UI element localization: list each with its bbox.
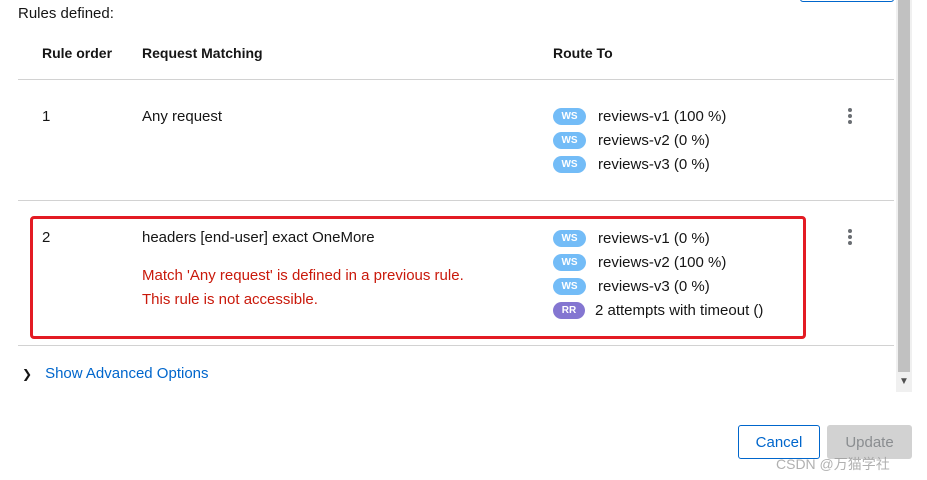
route-list: WS reviews-v1 (0 %) WS reviews-v2 (100 %… xyxy=(553,226,763,322)
rule-order: 1 xyxy=(42,108,51,125)
kebab-menu-icon[interactable] xyxy=(844,227,856,247)
workload-badge: WS xyxy=(553,253,586,271)
workload-badge: WS xyxy=(553,131,586,149)
chevron-right-icon: ❯ xyxy=(22,366,33,381)
route-text: reviews-v2 (0 %) xyxy=(598,131,710,149)
col-request-matching: Request Matching xyxy=(142,45,263,61)
route-text: reviews-v2 (100 %) xyxy=(598,253,727,271)
workload-badge: WS xyxy=(553,277,586,295)
rule-matching: headers [end-user] exact OneMore xyxy=(142,229,375,246)
advanced-options-toggle[interactable]: ❯ Show Advanced Options xyxy=(22,365,209,382)
workload-badge: WS xyxy=(553,107,586,125)
route-item: WS reviews-v2 (100 %) xyxy=(553,250,763,274)
route-item: WS reviews-v3 (0 %) xyxy=(553,274,763,298)
table-row: 2 headers [end-user] exact OneMore Match… xyxy=(18,201,894,346)
top-button-edge[interactable] xyxy=(800,0,894,2)
table-row: 1 Any request WS reviews-v1 (100 %) WS r… xyxy=(18,80,894,201)
rule-order: 2 xyxy=(42,229,51,246)
route-list: WS reviews-v1 (100 %) WS reviews-v2 (0 %… xyxy=(553,104,726,176)
rules-heading: Rules defined: xyxy=(18,5,114,22)
route-item: WS reviews-v2 (0 %) xyxy=(553,128,726,152)
route-item: WS reviews-v3 (0 %) xyxy=(553,152,726,176)
col-rule-order: Rule order xyxy=(42,45,113,61)
route-text: reviews-v1 (0 %) xyxy=(598,229,710,247)
warning-line: Match 'Any request' is defined in a prev… xyxy=(142,267,464,284)
route-item: RR 2 attempts with timeout () xyxy=(553,298,763,322)
update-button[interactable]: Update xyxy=(827,425,912,459)
route-item: WS reviews-v1 (100 %) xyxy=(553,104,726,128)
route-item: WS reviews-v1 (0 %) xyxy=(553,226,763,250)
advanced-options-label: Show Advanced Options xyxy=(45,365,209,382)
route-text: 2 attempts with timeout () xyxy=(595,301,764,319)
workload-badge: WS xyxy=(553,155,586,173)
cancel-button[interactable]: Cancel xyxy=(738,425,820,459)
route-text: reviews-v3 (0 %) xyxy=(598,277,710,295)
warning-line: This rule is not accessible. xyxy=(142,291,318,308)
rules-table-header: Rule order Request Matching Route To xyxy=(18,30,894,80)
rule-warning: Match 'Any request' is defined in a prev… xyxy=(142,264,464,312)
rule-matching: Any request xyxy=(142,108,223,125)
route-text: reviews-v1 (100 %) xyxy=(598,107,727,125)
chevron-down-icon[interactable]: ▼ xyxy=(899,376,909,387)
retry-badge: RR xyxy=(553,301,585,319)
col-route-to: Route To xyxy=(553,45,613,61)
scrollbar-thumb[interactable] xyxy=(898,0,910,372)
workload-badge: WS xyxy=(553,229,586,247)
route-text: reviews-v3 (0 %) xyxy=(598,155,710,173)
kebab-menu-icon[interactable] xyxy=(844,106,856,126)
